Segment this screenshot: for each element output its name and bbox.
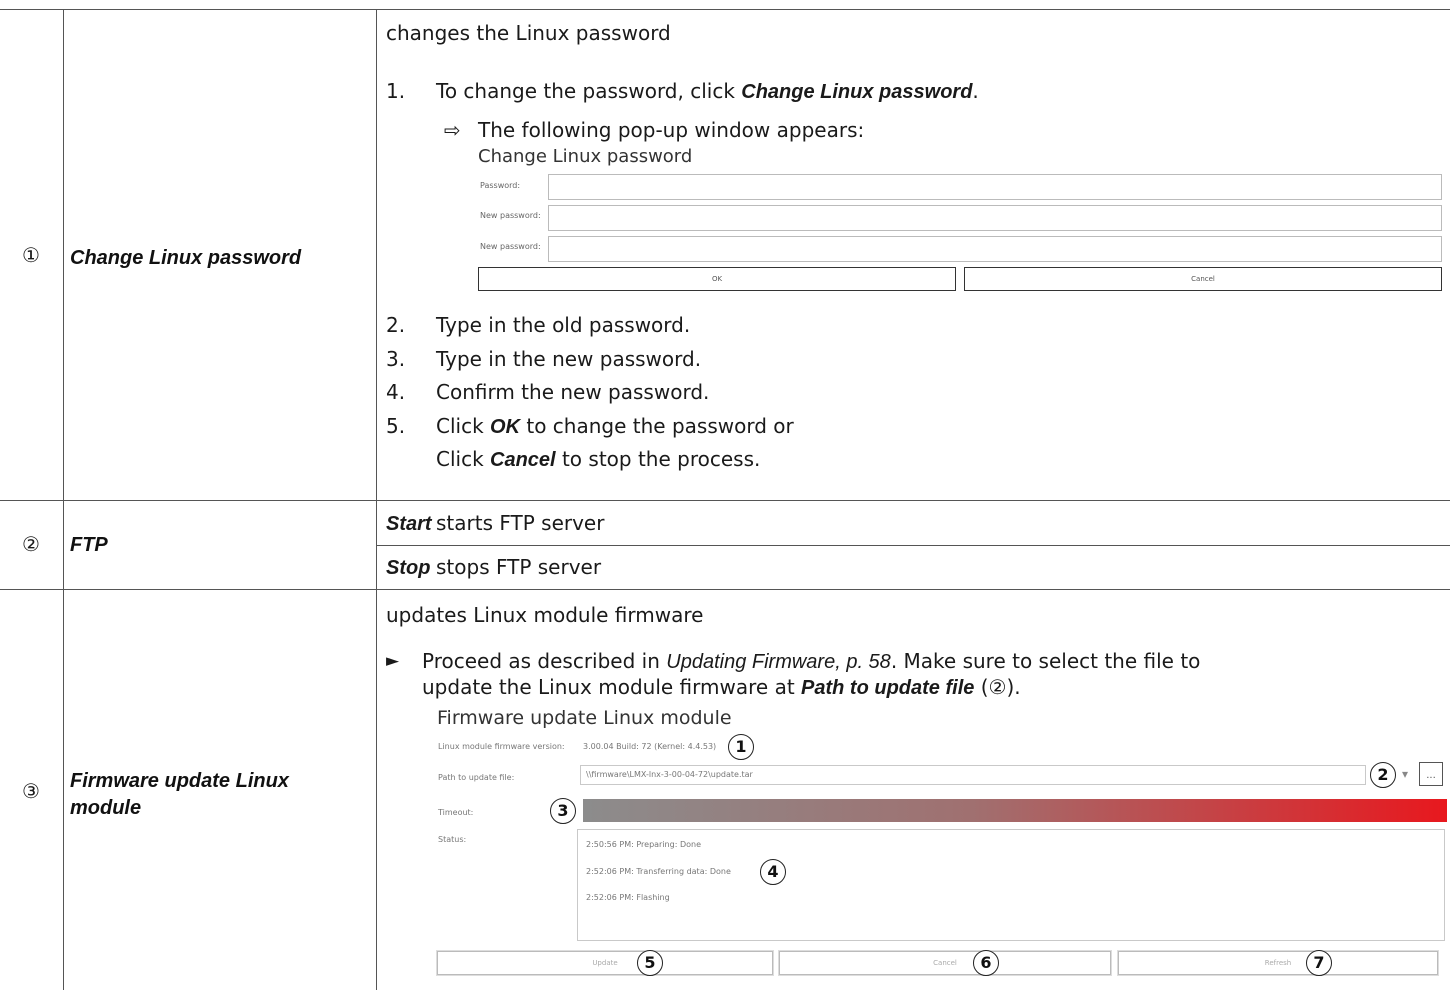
new-password-field[interactable] (548, 205, 1442, 231)
ftp-sub-divider (376, 545, 1450, 546)
status-line: 2:52:06 PM: Transferring data: Done (586, 867, 731, 876)
col-2-divider (376, 9, 377, 990)
col-1-divider (63, 9, 64, 990)
field-label: New password: (480, 211, 541, 220)
field-label: Password: (480, 181, 521, 190)
browse-button[interactable]: ... (1419, 762, 1443, 786)
timeout-label: Timeout: (438, 808, 474, 817)
start-label: Start (386, 513, 432, 535)
dialog-title: Change Linux password (478, 146, 693, 167)
step-text: Confirm the new password. (436, 380, 710, 404)
table-top-border (0, 9, 1450, 10)
field-label: New password: (480, 242, 541, 251)
ui-reference: OK (490, 416, 521, 438)
procedure-text: Proceed as described in Updating Firmwar… (422, 649, 1201, 673)
row-intro: updates Linux module firmware (386, 603, 704, 627)
step-text: Type in the old password. (436, 313, 691, 337)
step-number: 2. (386, 313, 406, 337)
step-number: 5. (386, 414, 406, 438)
step-text: Click OK to change the password or (436, 414, 794, 438)
callout-marker: 4 (760, 859, 786, 885)
step-text: Type in the new password. (436, 347, 702, 371)
callout-marker: 6 (973, 950, 999, 976)
ok-button[interactable]: OK (478, 267, 956, 291)
cancel-button[interactable]: Cancel (779, 951, 1111, 975)
cancel-button[interactable]: Cancel (964, 267, 1442, 291)
row-intro: changes the Linux password (386, 21, 671, 45)
bullet-icon: ► (386, 651, 400, 671)
callout-marker: 1 (728, 734, 754, 760)
confirm-password-field[interactable] (548, 236, 1442, 262)
callout-marker: 7 (1306, 950, 1332, 976)
ui-reference: Change Linux password (741, 81, 973, 103)
cross-reference: Updating Firmware, p. 58 (666, 651, 891, 673)
refresh-button[interactable]: Refresh (1118, 951, 1438, 975)
step-number: 3. (386, 347, 406, 371)
status-line: 2:52:06 PM: Flashing (586, 893, 670, 902)
row-1-bottom-border (0, 500, 1450, 501)
callout-marker: 5 (637, 950, 663, 976)
path-value: \\firmware\LMX-lnx-3-00-04-72\update.tar (586, 770, 753, 779)
ftp-stop-row: Stop stops FTP server (386, 555, 602, 579)
ui-reference: Path to update file (801, 677, 975, 699)
status-log (577, 829, 1445, 941)
chevron-down-icon[interactable]: ▾ (1402, 767, 1408, 781)
step-text: Click Cancel to stop the process. (436, 447, 761, 471)
row-label-line: Firmware update Linux (70, 770, 289, 792)
row-number: ② (22, 532, 40, 556)
status-label: Status: (438, 835, 467, 844)
path-label: Path to update file: (438, 773, 515, 782)
row-number: ① (22, 243, 40, 267)
row-2-bottom-border (0, 589, 1450, 590)
row-number: ③ (22, 779, 40, 803)
update-button[interactable]: Update (437, 951, 773, 975)
ui-reference: Cancel (490, 449, 556, 471)
row-label-line: module (70, 797, 142, 819)
firmware-dialog-title: Firmware update Linux module (437, 707, 732, 729)
timeout-progress-bar (583, 799, 1447, 822)
ftp-start-row: Start starts FTP server (386, 511, 605, 535)
step-text: To change the password, click Change Lin… (436, 79, 979, 103)
row-label: Change Linux password (70, 247, 302, 269)
version-value: 3.00.04 Build: 72 (Kernel: 4.4.53) (583, 742, 717, 751)
status-line: 2:50:56 PM: Preparing: Done (586, 840, 701, 849)
stop-label: Stop (386, 557, 431, 579)
procedure-text: update the Linux module firmware at Path… (422, 675, 1021, 699)
callout-marker: 3 (550, 798, 576, 824)
callout-marker: 2 (1370, 762, 1396, 788)
step-number: 4. (386, 380, 406, 404)
result-text: The following pop-up window appears: (478, 118, 865, 142)
password-field[interactable] (548, 174, 1442, 200)
version-label: Linux module firmware version: (438, 742, 565, 751)
result-arrow-icon: ⇨ (444, 118, 461, 142)
row-label: FTP (70, 534, 108, 556)
step-number: 1. (386, 79, 406, 103)
